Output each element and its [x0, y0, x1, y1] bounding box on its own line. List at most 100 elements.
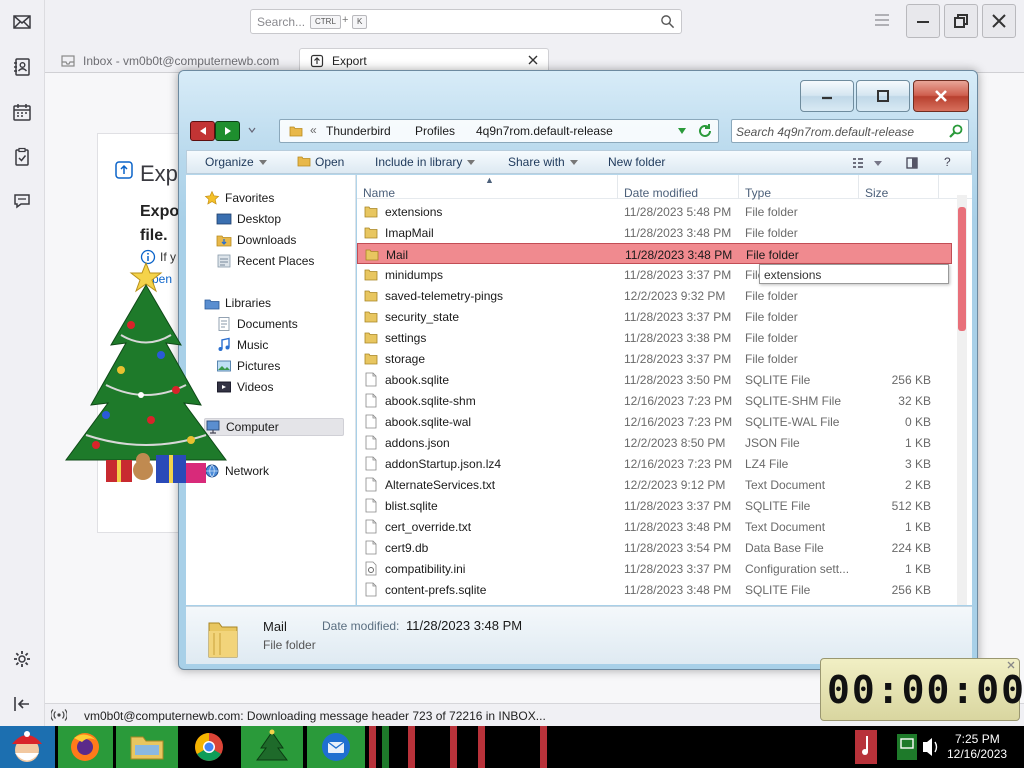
column-date-modified[interactable]: Date modified: [624, 186, 698, 200]
column-separator[interactable]: [738, 175, 739, 199]
back-button[interactable]: [190, 121, 215, 141]
file-type: SQLITE File: [745, 373, 811, 387]
christmas-tree-icon: [256, 729, 288, 761]
file-name: abook.sqlite-wal: [385, 415, 472, 429]
file-date: 11/28/2023 3:37 PM: [624, 352, 732, 366]
restore-button[interactable]: [944, 4, 978, 38]
forward-arrow-icon: [224, 127, 231, 135]
file-row[interactable]: AlternateServices.txt 12/2/2023 9:12 PM Te…: [357, 474, 952, 495]
help-icon[interactable]: ?: [944, 155, 951, 169]
mail-icon[interactable]: [11, 11, 33, 33]
dialog-minimize-button[interactable]: [800, 80, 854, 112]
file-row[interactable]: cert_override.txt 11/28/2023 3:48 PM Text …: [357, 516, 952, 537]
organize-menu[interactable]: Organize: [205, 155, 267, 169]
column-separator[interactable]: [858, 175, 859, 199]
file-type: File folder: [745, 205, 798, 219]
global-search-input[interactable]: Search... CTRL + K: [250, 9, 682, 34]
close-icon[interactable]: [1006, 660, 1016, 670]
minimize-button[interactable]: [906, 4, 940, 38]
address-dropdown-icon[interactable]: [677, 127, 687, 135]
app-menu-icon[interactable]: [874, 13, 890, 27]
file-date: 11/28/2023 3:48 PM: [624, 226, 732, 240]
file-list-scrollbar[interactable]: [957, 195, 967, 605]
view-dropdown-icon[interactable]: [872, 157, 884, 169]
column-name[interactable]: Name: [363, 186, 395, 200]
taskbar-chrome[interactable]: [182, 726, 237, 768]
new-folder-button[interactable]: New folder: [608, 155, 665, 169]
file-row[interactable]: addons.json 12/2/2023 8:50 PM JSON File 1 K…: [357, 432, 952, 453]
column-separator[interactable]: [938, 175, 939, 199]
file-name: saved-telemetry-pings: [385, 289, 504, 303]
nav-favorites[interactable]: Favorites: [204, 189, 274, 207]
taskbar-firefox[interactable]: [58, 726, 113, 768]
open-button[interactable]: Open: [297, 155, 344, 169]
scrollbar-thumb[interactable]: [958, 207, 966, 331]
file-icon: [365, 372, 377, 387]
close-window-button[interactable]: [982, 4, 1016, 38]
address-book-icon[interactable]: [11, 56, 33, 78]
refresh-icon[interactable]: [697, 123, 713, 139]
file-row[interactable]: abook.sqlite 11/28/2023 3:50 PM SQLITE Fil…: [357, 369, 952, 390]
file-row[interactable]: saved-telemetry-pings 12/2/2023 9:32 PM Fi…: [357, 285, 952, 306]
file-row[interactable]: Mail 11/28/2023 3:48 PM File folder: [357, 243, 952, 264]
start-button[interactable]: [0, 726, 55, 768]
file-row[interactable]: abook.sqlite-shm 12/16/2023 7:23 PM SQLITE…: [357, 390, 952, 411]
clock-time[interactable]: 7:25 PM: [955, 732, 1000, 746]
settings-gear-icon[interactable]: [11, 648, 33, 670]
file-row[interactable]: blist.sqlite 11/28/2023 3:37 PM SQLITE Fil…: [357, 495, 952, 516]
view-options-icon[interactable]: [852, 157, 864, 169]
address-bar[interactable]: « Thunderbird Profiles 4q9n7rom.default-…: [279, 119, 719, 143]
file-row[interactable]: storage 11/28/2023 3:37 PM File folder: [357, 348, 952, 369]
stopwatch-widget[interactable]: 00:00:00: [820, 658, 1024, 721]
file-type: Text Document: [745, 478, 826, 492]
dialog-close-button[interactable]: [913, 80, 969, 112]
collapse-sidebar-icon[interactable]: [11, 693, 33, 715]
nav-desktop[interactable]: Desktop: [216, 210, 281, 228]
breadcrumb-profiles[interactable]: Profiles: [415, 124, 455, 138]
taskbar-xmas-tree[interactable]: [241, 726, 303, 768]
file-icon: [365, 456, 377, 471]
taskbar-explorer[interactable]: [116, 726, 178, 768]
file-row[interactable]: security_state 11/28/2023 3:37 PM File fol…: [357, 306, 952, 327]
close-tab-icon[interactable]: [526, 53, 540, 67]
column-type[interactable]: Type: [745, 186, 771, 200]
forward-button[interactable]: [215, 121, 240, 141]
file-size: 1 KB: [904, 436, 931, 450]
preview-pane-icon[interactable]: [906, 157, 918, 169]
column-separator[interactable]: [617, 175, 618, 199]
file-type: SQLITE File: [745, 499, 811, 513]
file-row[interactable]: addonStartup.json.lz4 12/16/2023 7:23 PM L…: [357, 453, 952, 474]
recent-locations-icon[interactable]: [247, 125, 257, 135]
chat-icon[interactable]: [11, 190, 33, 212]
folder-icon: [364, 206, 378, 218]
breadcrumb-profile-folder[interactable]: 4q9n7rom.default-release: [476, 124, 613, 138]
tasks-icon[interactable]: [11, 146, 33, 168]
minimize-icon: [822, 96, 832, 100]
taskbar-thunderbird[interactable]: [307, 726, 365, 768]
file-name: addons.json: [385, 436, 450, 450]
file-type: File folder: [745, 331, 798, 345]
file-row[interactable]: ImapMail 11/28/2023 3:48 PM File folder: [357, 222, 952, 243]
calendar-icon[interactable]: [11, 101, 33, 123]
file-row[interactable]: settings 11/28/2023 3:38 PM File folder: [357, 327, 952, 348]
column-size[interactable]: Size: [865, 186, 888, 200]
share-with-menu[interactable]: Share with: [508, 155, 578, 169]
file-row[interactable]: content-prefs.sqlite 11/28/2023 3:48 PM SQ…: [357, 579, 952, 600]
large-folder-icon: [208, 622, 238, 658]
file-type: File folder: [745, 226, 798, 240]
include-in-library-menu[interactable]: Include in library: [375, 155, 476, 169]
file-row[interactable]: compatibility.ini 11/28/2023 3:37 PM Confi…: [357, 558, 952, 579]
tab-export-label: Export: [332, 54, 367, 68]
folder-icon: [365, 249, 379, 261]
folder-search-input[interactable]: Search 4q9n7rom.default-release: [731, 119, 969, 143]
file-name: security_state: [385, 310, 460, 324]
dialog-maximize-button[interactable]: [856, 80, 910, 112]
file-name: abook.sqlite: [385, 373, 450, 387]
nav-downloads[interactable]: Downloads: [216, 231, 296, 249]
file-row[interactable]: cert9.db 11/28/2023 3:54 PM Data Base File…: [357, 537, 952, 558]
file-row[interactable]: abook.sqlite-wal 12/16/2023 7:23 PM SQLITE…: [357, 411, 952, 432]
clock-date[interactable]: 12/16/2023: [947, 747, 1007, 761]
breadcrumb-thunderbird[interactable]: Thunderbird: [326, 124, 391, 138]
file-row[interactable]: extensions 11/28/2023 5:48 PM File folder: [357, 201, 952, 222]
file-name: blist.sqlite: [385, 499, 438, 513]
